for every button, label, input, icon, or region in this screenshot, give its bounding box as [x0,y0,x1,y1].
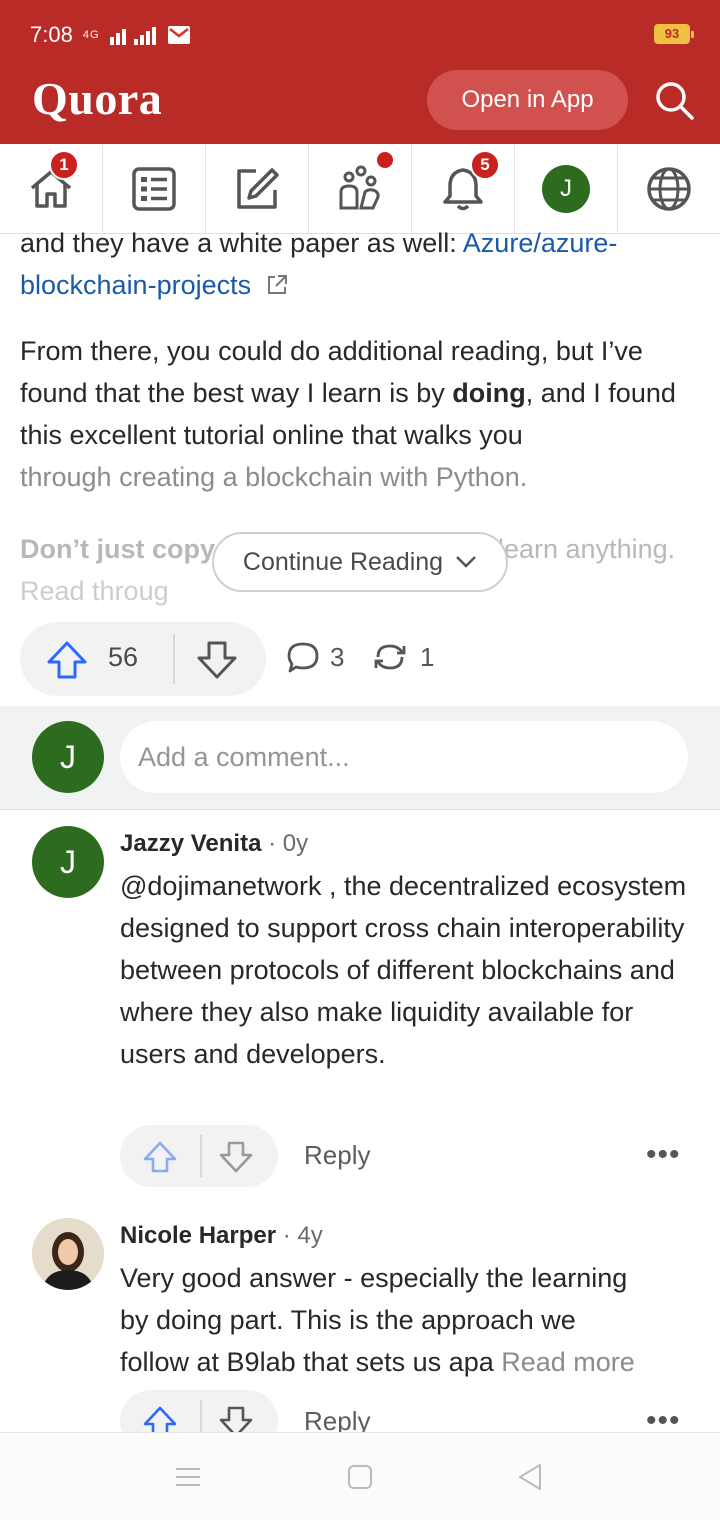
nav-profile[interactable]: J [515,144,618,234]
signal-bars-icon [109,27,156,45]
comment-header: Jazzy Venita · 0y [120,830,308,858]
home-nav-icon[interactable] [344,1461,376,1493]
answer-text-faded: through creating a blockchain with Pytho… [20,462,528,492]
back-icon[interactable] [514,1461,546,1493]
globe-icon [647,167,691,211]
battery-indicator: 93 [654,24,694,44]
vote-divider [173,634,175,684]
upvote-icon[interactable] [46,640,88,680]
external-link-icon [267,275,287,294]
comment-input[interactable] [120,721,688,793]
upvote-count: 56 [108,642,139,672]
downvote-icon[interactable] [218,1140,254,1174]
continue-reading-button[interactable]: Continue Reading [212,532,508,592]
nav-notifications[interactable]: 5 [412,144,515,234]
status-bar: 7:08 4G [30,22,190,48]
gmail-icon [167,26,190,44]
comment-count: 3 [330,641,345,672]
main-nav: 1 5 J [0,144,720,234]
comment-header: Nicole Harper · 4y [120,1222,323,1250]
nav-home[interactable]: 1 [0,144,103,234]
search-icon[interactable] [652,78,696,122]
comment-bubble-icon [287,642,319,673]
nav-answer[interactable] [206,144,309,234]
home-badge: 1 [49,150,79,180]
nav-spaces[interactable] [309,144,412,234]
comment-vote-control [120,1125,278,1187]
commenter-avatar-photo[interactable] [32,1218,104,1290]
share-count: 1 [420,641,435,672]
app-header: 7:08 4G 93 Quora Open in App [0,0,720,144]
commenter-avatar[interactable]: J [32,826,104,898]
read-more-link[interactable]: Read more [501,1347,635,1377]
feed-list-icon [132,167,176,211]
comment-time: · 4y [276,1222,323,1249]
chevron-down-icon [456,556,476,568]
upvote-icon[interactable] [142,1140,178,1174]
recent-apps-icon[interactable] [172,1461,204,1493]
open-in-app-button[interactable]: Open in App [427,70,628,130]
vote-divider [200,1135,202,1177]
reply-button[interactable]: Reply [304,1140,370,1171]
nav-language[interactable] [618,144,720,234]
comment-text: follow at B9lab that sets us apa [120,1347,494,1377]
repo-link[interactable]: Azure/azure- [463,228,618,258]
spaces-dot [377,152,393,168]
repo-link-continued[interactable]: blockchain-projects [20,270,251,300]
continue-reading-label: Continue Reading [242,547,444,576]
comment-body: @dojimanetwork , the decentralized ecosy… [120,871,687,1069]
spaces-icon [339,165,380,210]
answer-text-faded: learn anything. [498,534,676,564]
comment-time: · 0y [261,830,309,857]
answer-text-faded: Read throug [20,576,169,606]
answer-paragraph-1: and they have a white paper as well: Azu… [20,222,700,306]
user-avatar[interactable]: J [32,721,104,793]
comment-author[interactable]: Nicole Harper [120,1222,276,1249]
comments-button[interactable]: 3 [286,640,344,674]
vote-control: 56 [20,622,266,696]
downvote-icon[interactable] [196,640,238,680]
comment-body: Very good answer - especially the learni… [120,1257,710,1383]
answer-bold-text: doing [452,378,526,408]
comment-author[interactable]: Jazzy Venita [120,830,261,857]
share-button[interactable]: 1 [370,640,434,674]
profile-avatar: J [542,165,590,213]
add-comment-bar: J [0,706,720,810]
answer-text: and they have a white paper as well: [20,228,463,258]
comment-text: Very good answer - especially the learni… [120,1263,628,1293]
system-nav-bar [0,1432,720,1520]
notifications-badge: 5 [470,150,500,180]
nav-following[interactable] [103,144,206,234]
quora-logo[interactable]: Quora [32,72,162,125]
answer-paragraph-2: From there, you could do additional read… [20,330,700,498]
answer-text-faded: Don’t just copy [20,534,215,564]
share-cycle-icon [374,644,406,670]
edit-icon [237,168,279,209]
comment-more-button[interactable]: ••• [646,1138,681,1172]
comment-text: by doing part. This is the approach we [120,1305,576,1335]
signal-indicator: 4G [82,29,100,41]
status-time: 7:08 [30,22,73,47]
profile-photo [32,1218,104,1290]
